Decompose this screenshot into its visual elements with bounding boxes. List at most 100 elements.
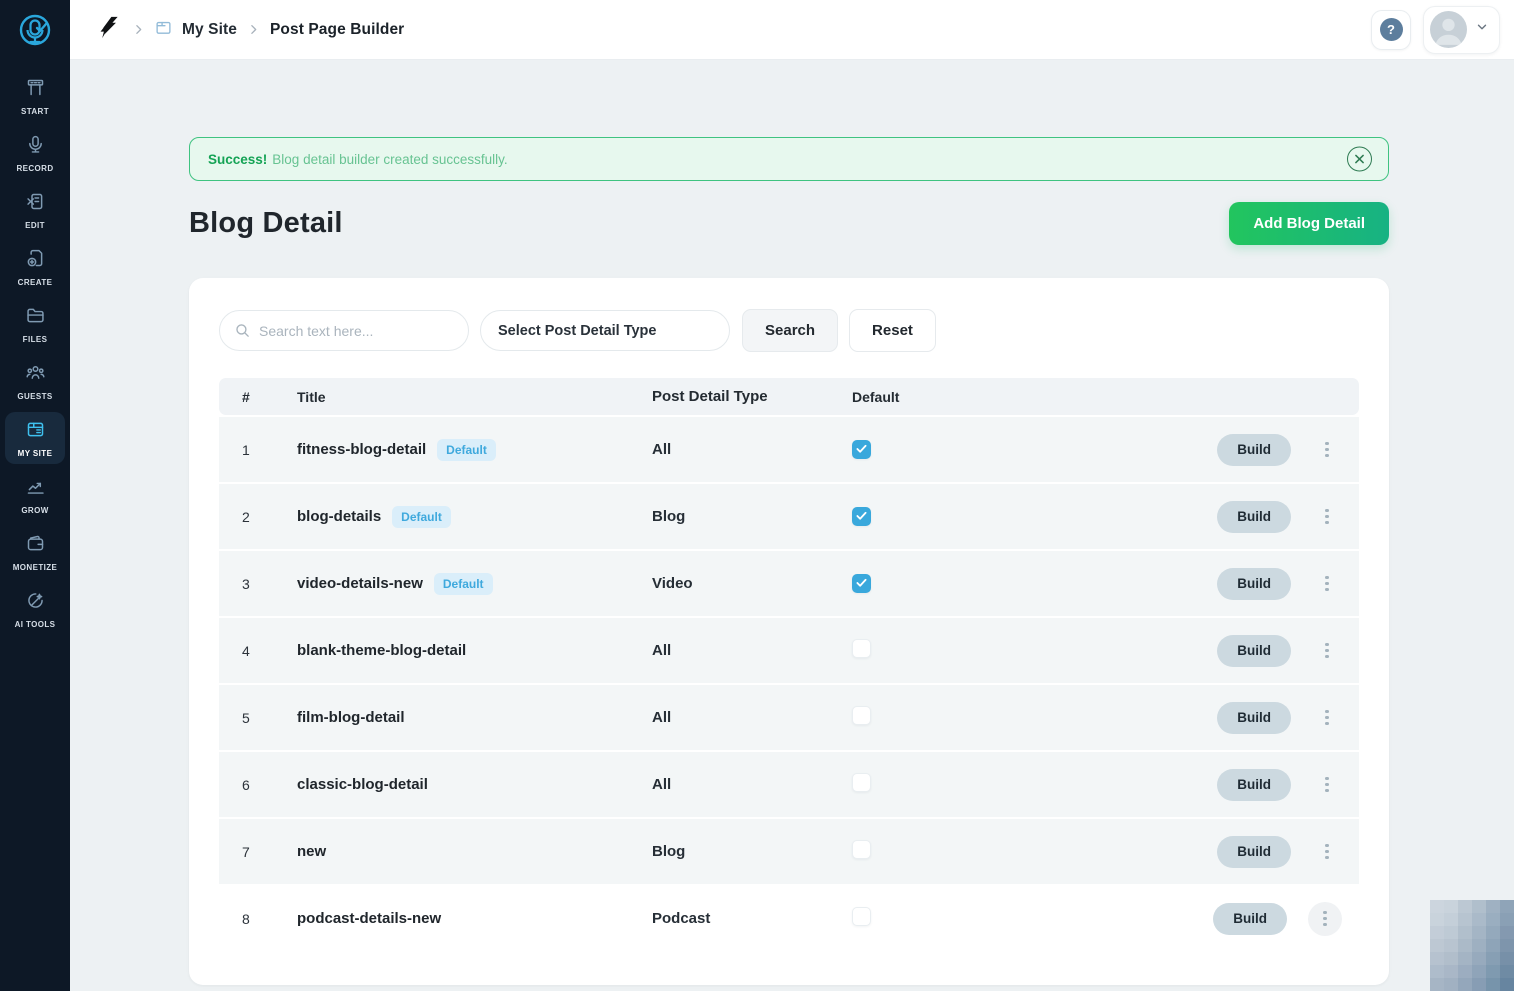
site-window-icon bbox=[155, 19, 172, 41]
start-icon bbox=[25, 77, 46, 103]
sidebar-item-label: CREATE bbox=[18, 278, 53, 287]
kebab-menu-icon[interactable] bbox=[1312, 770, 1342, 800]
row-title: blank-theme-blog-detail bbox=[297, 642, 466, 659]
default-checkbox[interactable] bbox=[852, 574, 871, 593]
sidebar-item-grow[interactable]: GROW bbox=[5, 469, 65, 521]
row-title: classic-blog-detail bbox=[297, 776, 428, 793]
microphone-icon bbox=[25, 134, 46, 160]
people-icon bbox=[25, 362, 46, 388]
topbar-actions: ? bbox=[1371, 6, 1500, 54]
brand-bolt-icon[interactable] bbox=[97, 15, 122, 45]
kebab-menu-icon[interactable] bbox=[1312, 636, 1342, 666]
question-mark-icon: ? bbox=[1380, 18, 1403, 41]
default-badge: Default bbox=[392, 506, 451, 528]
kebab-menu-icon[interactable] bbox=[1308, 902, 1342, 936]
sidebar-item-guests[interactable]: GUESTS bbox=[5, 355, 65, 407]
pixelated-widget bbox=[1430, 900, 1514, 991]
default-checkbox[interactable] bbox=[852, 907, 871, 926]
alert-message: Blog detail builder created successfully… bbox=[272, 152, 507, 167]
default-checkbox[interactable] bbox=[852, 507, 871, 526]
header-default: Default bbox=[852, 389, 1359, 405]
header-post-detail-type: Post Detail Type bbox=[652, 388, 852, 405]
reset-button[interactable]: Reset bbox=[849, 309, 936, 352]
row-number: 7 bbox=[219, 844, 297, 860]
table-row: 7 new Blog Build bbox=[219, 817, 1359, 884]
build-button[interactable]: Build bbox=[1213, 903, 1287, 935]
build-button[interactable]: Build bbox=[1217, 635, 1291, 667]
sidebar-item-label: GROW bbox=[21, 506, 48, 515]
main-content: Success! Blog detail builder created suc… bbox=[70, 60, 1514, 991]
default-checkbox[interactable] bbox=[852, 773, 871, 792]
sidebar-nav: START RECORD EDIT CREATE bbox=[0, 62, 70, 635]
chevron-down-icon bbox=[1475, 20, 1489, 39]
build-button[interactable]: Build bbox=[1217, 769, 1291, 801]
default-checkbox[interactable] bbox=[852, 840, 871, 859]
row-post-detail-type: Podcast bbox=[652, 910, 852, 927]
table-row: 3 video-details-new Default Video Build bbox=[219, 549, 1359, 616]
sidebar: START RECORD EDIT CREATE bbox=[0, 0, 70, 991]
default-checkbox[interactable] bbox=[852, 440, 871, 459]
row-post-detail-type: All bbox=[652, 441, 852, 458]
table-row: 2 blog-details Default Blog Build bbox=[219, 482, 1359, 549]
growth-chart-icon bbox=[25, 476, 46, 502]
topbar: My Site Post Page Builder ? bbox=[70, 0, 1514, 60]
browser-window-icon bbox=[25, 419, 46, 445]
kebab-menu-icon[interactable] bbox=[1312, 569, 1342, 599]
sidebar-item-label: MONETIZE bbox=[13, 563, 58, 572]
row-title: film-blog-detail bbox=[297, 709, 405, 726]
table-row: 8 podcast-details-new Podcast Build bbox=[219, 884, 1359, 951]
row-post-detail-type: All bbox=[652, 642, 852, 659]
sidebar-item-start[interactable]: START bbox=[5, 70, 65, 122]
kebab-menu-icon[interactable] bbox=[1312, 502, 1342, 532]
build-button[interactable]: Build bbox=[1217, 836, 1291, 868]
sidebar-item-monetize[interactable]: MONETIZE bbox=[5, 526, 65, 578]
sidebar-item-label: GUESTS bbox=[17, 392, 52, 401]
default-checkbox[interactable] bbox=[852, 639, 871, 658]
sidebar-item-my-site[interactable]: MY SITE bbox=[5, 412, 65, 464]
default-checkbox[interactable] bbox=[852, 706, 871, 725]
kebab-menu-icon[interactable] bbox=[1312, 703, 1342, 733]
sidebar-item-files[interactable]: FILES bbox=[5, 298, 65, 350]
alert-title: Success! bbox=[208, 152, 267, 167]
search-button[interactable]: Search bbox=[742, 309, 838, 352]
row-number: 3 bbox=[219, 576, 297, 592]
breadcrumb-site[interactable]: My Site bbox=[182, 21, 237, 39]
sidebar-item-create[interactable]: CREATE bbox=[5, 241, 65, 293]
sidebar-item-label: RECORD bbox=[16, 164, 53, 173]
row-number: 6 bbox=[219, 777, 297, 793]
sidebar-item-label: AI TOOLS bbox=[15, 620, 56, 629]
folder-icon bbox=[25, 305, 46, 331]
row-title: podcast-details-new bbox=[297, 910, 441, 927]
table-row: 1 fitness-blog-detail Default All Build bbox=[219, 415, 1359, 482]
user-menu[interactable] bbox=[1423, 6, 1500, 54]
blog-detail-card: Select Post Detail Type Search Reset # T… bbox=[189, 278, 1389, 985]
breadcrumb-page: Post Page Builder bbox=[270, 21, 404, 39]
build-button[interactable]: Build bbox=[1217, 501, 1291, 533]
table-body: 1 fitness-blog-detail Default All Build … bbox=[219, 415, 1359, 951]
post-detail-type-select[interactable]: Select Post Detail Type bbox=[480, 310, 730, 351]
search-icon bbox=[234, 322, 251, 339]
app-logo-icon[interactable] bbox=[0, 0, 70, 62]
row-number: 5 bbox=[219, 710, 297, 726]
row-number: 8 bbox=[219, 911, 297, 927]
build-button[interactable]: Build bbox=[1217, 702, 1291, 734]
add-blog-detail-button[interactable]: Add Blog Detail bbox=[1229, 202, 1389, 245]
sidebar-item-ai-tools[interactable]: AI TOOLS bbox=[5, 583, 65, 635]
sidebar-item-label: MY SITE bbox=[18, 449, 53, 458]
chevron-right-icon bbox=[247, 23, 260, 36]
build-button[interactable]: Build bbox=[1217, 568, 1291, 600]
row-number: 1 bbox=[219, 442, 297, 458]
build-button[interactable]: Build bbox=[1217, 434, 1291, 466]
sidebar-item-record[interactable]: RECORD bbox=[5, 127, 65, 179]
row-post-detail-type: All bbox=[652, 776, 852, 793]
sidebar-item-edit[interactable]: EDIT bbox=[5, 184, 65, 236]
default-badge: Default bbox=[434, 573, 493, 595]
row-post-detail-type: All bbox=[652, 709, 852, 726]
kebab-menu-icon[interactable] bbox=[1312, 435, 1342, 465]
alert-close-button[interactable] bbox=[1347, 147, 1372, 172]
help-button[interactable]: ? bbox=[1371, 10, 1411, 50]
search-input[interactable] bbox=[259, 323, 454, 339]
sidebar-item-label: FILES bbox=[23, 335, 48, 344]
default-badge: Default bbox=[437, 439, 496, 461]
kebab-menu-icon[interactable] bbox=[1312, 837, 1342, 867]
